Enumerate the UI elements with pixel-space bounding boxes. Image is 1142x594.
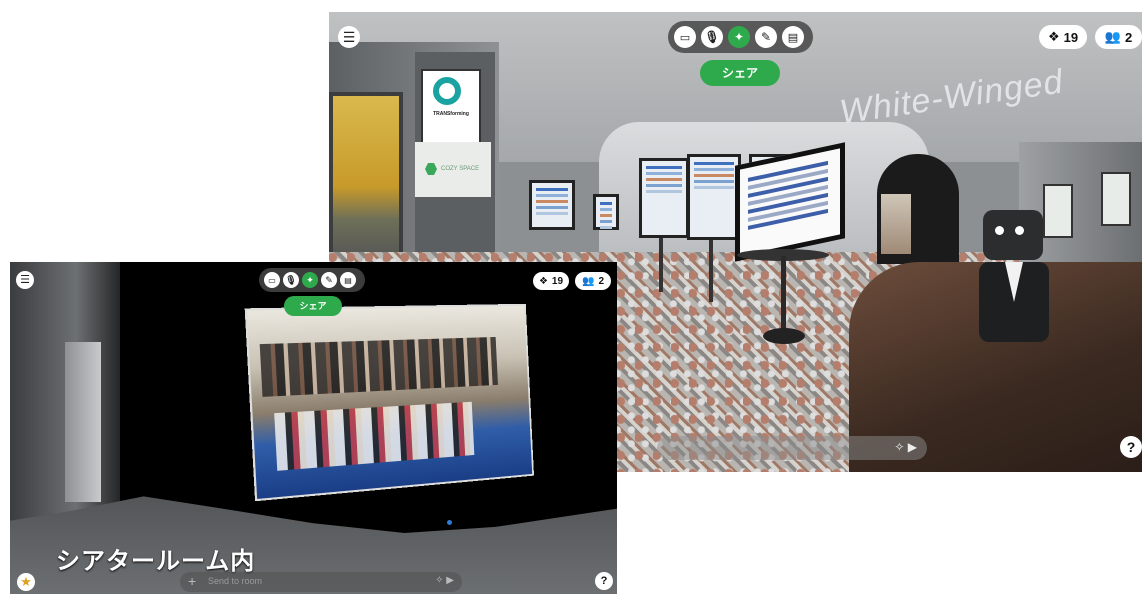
users-counter[interactable]: 👥 2 xyxy=(1095,25,1142,49)
robot-avatar-head[interactable] xyxy=(983,210,1043,260)
theater-screen-photo[interactable] xyxy=(244,303,535,502)
users-count: 2 xyxy=(598,275,604,287)
menu-icon[interactable]: ☰ xyxy=(338,26,360,48)
poster[interactable] xyxy=(687,154,741,240)
poster[interactable] xyxy=(529,180,575,230)
help-button[interactable]: ? xyxy=(595,572,613,590)
send-icons[interactable]: ✧ ▶ xyxy=(435,575,454,586)
share-button[interactable]: シェア xyxy=(284,296,342,316)
screen-share-icon[interactable]: ▭ xyxy=(264,272,280,288)
users-icon: 👥 xyxy=(1104,29,1121,44)
objects-counter[interactable]: ❖ 19 xyxy=(533,272,569,290)
magic-wand-icon[interactable]: ✦ xyxy=(302,272,318,288)
logo-text: TRANSforming xyxy=(433,111,469,117)
menu-icon[interactable]: ☰ xyxy=(16,271,34,289)
objects-icon: ❖ xyxy=(1047,29,1060,44)
table-base xyxy=(763,328,805,344)
theater-caption: シアタールーム内 xyxy=(56,547,256,575)
share-button[interactable]: シェア xyxy=(700,60,780,86)
wall-sign xyxy=(1101,172,1131,226)
whiteboard-icon[interactable]: ▤ xyxy=(782,26,804,48)
hexagon-icon xyxy=(425,163,437,175)
robot-avatar-body[interactable] xyxy=(979,262,1049,342)
table-leg xyxy=(781,256,786,331)
pillar xyxy=(65,342,101,502)
shirt-shape xyxy=(1005,262,1023,302)
microphone-icon[interactable]: 🎙 xyxy=(701,26,723,48)
help-button[interactable]: ? xyxy=(1120,436,1142,458)
window-with-tree xyxy=(329,92,403,265)
wall-sign xyxy=(1043,184,1073,238)
pen-icon[interactable]: ✎ xyxy=(755,26,777,48)
pen-icon[interactable]: ✎ xyxy=(321,272,337,288)
plus-icon[interactable]: + xyxy=(188,573,196,589)
sign-text: COZY SPACE xyxy=(441,166,480,172)
chat-bar[interactable]: ✧ ▶ xyxy=(657,436,927,460)
whiteboard-icon[interactable]: ▤ xyxy=(340,272,356,288)
toolbar: ▭ 🎙 ✦ ✎ ▤ xyxy=(259,268,365,292)
gear-logo-icon xyxy=(433,77,461,105)
objects-icon: ❖ xyxy=(538,275,548,287)
objects-count: 19 xyxy=(551,275,564,287)
screen-share-icon[interactable]: ▭ xyxy=(674,26,696,48)
star-icon[interactable]: ★ xyxy=(17,573,35,591)
microphone-icon[interactable]: 🎙 xyxy=(283,272,299,288)
poster[interactable] xyxy=(593,194,619,230)
toolbar: ▭ 🎙 ✦ ✎ ▤ xyxy=(668,21,813,53)
chat-bar[interactable]: + Send to room ✧ ▶ xyxy=(180,572,462,592)
group-photo-front-row xyxy=(274,401,475,471)
poster[interactable] xyxy=(639,158,689,238)
photo-frame[interactable] xyxy=(881,194,911,254)
users-count: 2 xyxy=(1124,29,1133,45)
group-photo-back-row xyxy=(259,336,498,397)
cursor-dot xyxy=(447,520,452,525)
theater-room-screenshot: シアタールーム内 ☰ ▭ 🎙 ✦ ✎ ▤ シェア ❖ 19 👥 2 ★ + Se… xyxy=(10,262,617,594)
eye-icon xyxy=(1015,226,1024,235)
send-icons[interactable]: ✧ ▶ xyxy=(894,440,917,454)
magic-wand-icon[interactable]: ✦ xyxy=(728,26,750,48)
objects-counter[interactable]: ❖ 19 xyxy=(1039,25,1087,49)
logo-board: TRANSforming xyxy=(421,69,481,145)
users-counter[interactable]: 👥 2 xyxy=(575,272,611,290)
chat-input[interactable]: Send to room xyxy=(208,576,262,586)
objects-count: 19 xyxy=(1063,29,1079,45)
cozy-space-sign: COZY SPACE xyxy=(415,142,491,197)
users-icon: 👥 xyxy=(581,275,595,287)
eye-icon xyxy=(995,226,1004,235)
